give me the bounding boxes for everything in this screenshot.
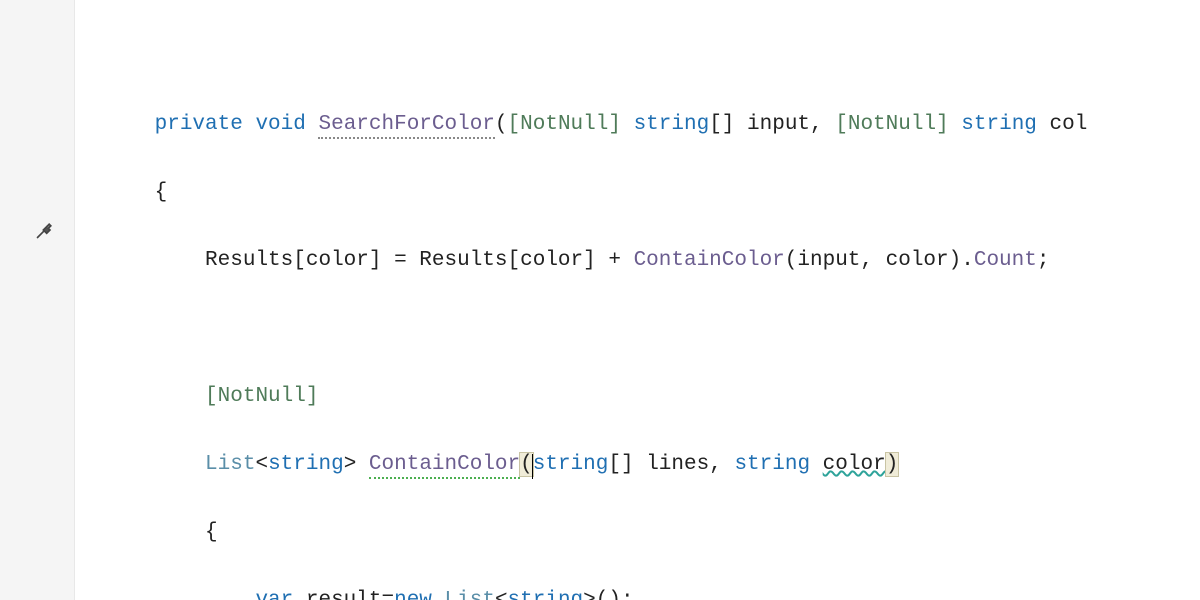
attribute-notnull: [NotNull] xyxy=(835,113,948,136)
method-name: SearchForColor xyxy=(318,113,494,139)
text-caret xyxy=(532,454,533,479)
code-line: { xyxy=(79,516,1200,550)
keyword-private: private xyxy=(155,113,243,136)
editor-gutter xyxy=(0,0,75,600)
code-line: Results[color] = Results[color] + Contai… xyxy=(79,244,1200,278)
code-line: var result=new List<string>(); xyxy=(79,584,1200,600)
code-line xyxy=(79,312,1200,346)
attribute-notnull: [NotNull] xyxy=(508,113,621,136)
keyword-void: void xyxy=(255,113,305,136)
code-content: private void SearchForColor([NotNull] st… xyxy=(79,34,1200,600)
code-line: private void SearchForColor([NotNull] st… xyxy=(79,108,1200,142)
parameter-warning: color xyxy=(823,453,886,476)
code-editor[interactable]: private void SearchForColor([NotNull] st… xyxy=(75,0,1200,600)
local-function-name: ContainColor xyxy=(369,453,520,479)
code-line: List<string> ContainColor(string[] lines… xyxy=(79,448,1200,482)
quick-fix-hammer-icon[interactable] xyxy=(35,219,55,253)
code-line: [NotNull] xyxy=(79,380,1200,414)
attribute-notnull: [NotNull] xyxy=(205,385,318,408)
code-line: { xyxy=(79,176,1200,210)
matched-paren-close: ) xyxy=(886,453,899,476)
